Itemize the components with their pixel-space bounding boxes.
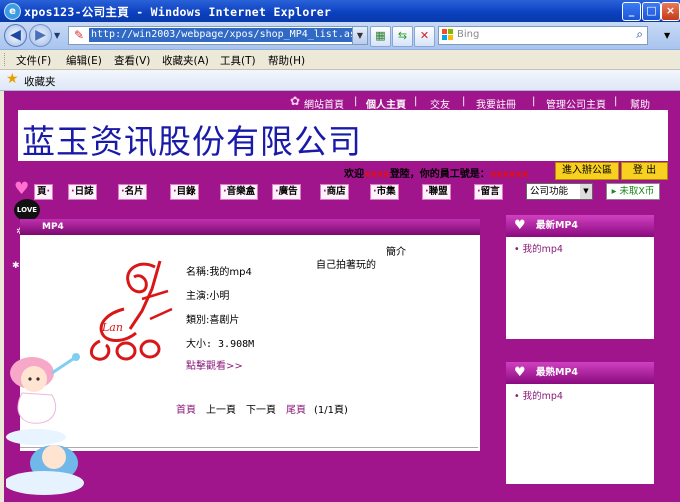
cancel-coin-button[interactable]: ▸ 未取X币	[606, 183, 660, 200]
toplink-manage[interactable]: 管理公司主頁	[546, 96, 606, 111]
site-nav: ♥ 頁· ·日誌 ·名片 ·目錄 ·音樂盒 ·廣告 ·商店 ·市集 ·聯盟 ·留…	[14, 179, 676, 201]
product-type: 類別:喜剧片	[186, 315, 240, 326]
address-toolbar: ◀ ▶ ▼ ✎ http://win2003/webpage/xpos/shop…	[0, 22, 680, 50]
menu-file[interactable]: 文件(F)	[16, 53, 51, 68]
history-dropdown-icon[interactable]: ▼	[54, 31, 60, 40]
top-links: ✿ 網站首頁 | 個人主頁 | 交友 | 我要註冊 | 管理公司主頁 | 幫助	[290, 94, 650, 111]
search-icon[interactable]: ⌕	[636, 27, 643, 42]
window-title: xpos123-公司主頁 - Windows Internet Explorer	[24, 5, 332, 19]
search-dropdown-icon[interactable]: ▼	[664, 31, 670, 40]
chevron-down-icon: ▼	[580, 184, 592, 199]
banner: 蓝玉资讯股份有限公司	[18, 110, 668, 161]
first-page-link[interactable]: 首頁	[176, 401, 196, 416]
watch-link[interactable]: 點擊觀看>>	[186, 357, 243, 372]
page-favicon-icon: ✎	[73, 28, 85, 42]
hottest-item[interactable]: • 我的mp4	[514, 388, 563, 402]
nav-home[interactable]: 頁·	[34, 184, 54, 200]
next-page-link[interactable]: 下一頁	[246, 401, 276, 416]
prev-page-link[interactable]: 上一頁	[206, 401, 236, 416]
enter-office-button[interactable]: 進入辦公區	[555, 162, 619, 180]
heart-icon: ♥	[514, 365, 526, 380]
address-dropdown-icon[interactable]: ▼	[352, 27, 367, 44]
company-name: 蓝玉资讯股份有限公司	[22, 122, 362, 161]
address-bar[interactable]: ✎ http://win2003/webpage/xpos/shop_MP4_l…	[68, 26, 368, 45]
welcome-message: 欢迎xxxx登陸，你的員工號是：xxxxxx	[344, 169, 529, 180]
nav-market[interactable]: ·市集	[370, 184, 399, 200]
maximize-button[interactable]: □	[642, 2, 661, 21]
toolbar-grip[interactable]	[4, 53, 8, 66]
back-button[interactable]: ◀	[4, 24, 27, 47]
toplink-home[interactable]: 網站首頁	[304, 96, 344, 111]
nav-card[interactable]: ·名片	[118, 184, 147, 200]
main-panel-header: MP4	[20, 219, 480, 235]
favorites-label[interactable]: 收藏夹	[24, 74, 56, 89]
description-text: 自己拍著玩的	[316, 260, 376, 271]
window-title-bar[interactable]: e xpos123-公司主頁 - Windows Internet Explor…	[0, 0, 680, 22]
page-count: (1/1頁)	[314, 405, 348, 416]
nav-blog[interactable]: ·日誌	[68, 184, 97, 200]
love-badge: LOVE	[14, 199, 40, 221]
newest-item[interactable]: • 我的mp4	[514, 241, 563, 255]
product-actor: 主演:小明	[186, 291, 230, 302]
toplink-personal[interactable]: 個人主頁	[366, 96, 406, 111]
nav-music[interactable]: ·音樂盒	[220, 184, 259, 200]
menu-help[interactable]: 帮助(H)	[268, 53, 305, 68]
nav-alliance[interactable]: ·聯盟	[422, 184, 451, 200]
user-name: xxxx	[364, 169, 390, 180]
employee-id: xxxxxx	[489, 169, 529, 180]
toplink-register[interactable]: 我要註冊	[476, 96, 516, 111]
minimize-button[interactable]: _	[622, 2, 641, 21]
home-flower-icon: ✿	[290, 94, 301, 108]
address-url[interactable]: http://win2003/webpage/xpos/shop_MP4_lis…	[89, 28, 364, 42]
company-function-select[interactable]: 公司功能 ▼	[526, 183, 593, 200]
search-box[interactable]: Bing ⌕	[438, 26, 648, 45]
fairy-decoration	[6, 353, 84, 495]
forward-button[interactable]: ▶	[29, 24, 52, 47]
product-size: 大小: 3.908M	[186, 339, 255, 350]
bing-logo-icon	[442, 29, 454, 41]
newest-header: ♥ 最新MP4	[506, 215, 654, 237]
menu-favorites[interactable]: 收藏夹(A)	[162, 53, 209, 68]
refresh-icon[interactable]: ⇆	[392, 26, 413, 47]
search-placeholder: Bing	[457, 29, 480, 40]
heart-icon: ♥	[514, 218, 526, 233]
product-name: 名稱:我的mp4	[186, 267, 252, 278]
heart-icon: ♥	[14, 179, 30, 199]
nav-shop[interactable]: ·商店	[320, 184, 349, 200]
toplink-help[interactable]: 幫助	[630, 96, 650, 111]
logout-button[interactable]: 登 出	[621, 162, 668, 180]
nav-ads[interactable]: ·廣告	[272, 184, 301, 200]
product-logo-image: Lan	[90, 260, 173, 361]
stop-icon[interactable]: ✕	[414, 26, 435, 47]
favorites-bar: ★ 收藏夹	[0, 70, 680, 91]
hottest-header: ♥ 最熱MP4	[506, 362, 654, 384]
ie-icon: e	[4, 3, 21, 20]
last-page-link[interactable]: 尾頁	[286, 401, 306, 416]
menu-tools[interactable]: 工具(T)	[220, 53, 256, 68]
description-label: 簡介	[386, 247, 406, 258]
svg-text:Lan: Lan	[101, 321, 123, 334]
favorites-star-icon[interactable]: ★	[6, 71, 19, 87]
toplink-friends[interactable]: 交友	[430, 96, 450, 111]
menu-bar: 文件(F) 编辑(E) 查看(V) 收藏夹(A) 工具(T) 帮助(H)	[0, 50, 680, 70]
close-button[interactable]: ×	[661, 2, 680, 21]
newest-list: • 我的mp4	[506, 237, 654, 339]
hottest-list: • 我的mp4	[506, 384, 654, 484]
nav-guestbook[interactable]: ·留言	[474, 184, 503, 200]
web-page: ✿ 網站首頁 | 個人主頁 | 交友 | 我要註冊 | 管理公司主頁 | 幫助 …	[4, 91, 680, 502]
menu-edit[interactable]: 编辑(E)	[66, 53, 102, 68]
menu-view[interactable]: 查看(V)	[114, 53, 150, 68]
nav-catalog[interactable]: ·目錄	[170, 184, 199, 200]
compatibility-icon[interactable]: ▦	[370, 26, 391, 47]
